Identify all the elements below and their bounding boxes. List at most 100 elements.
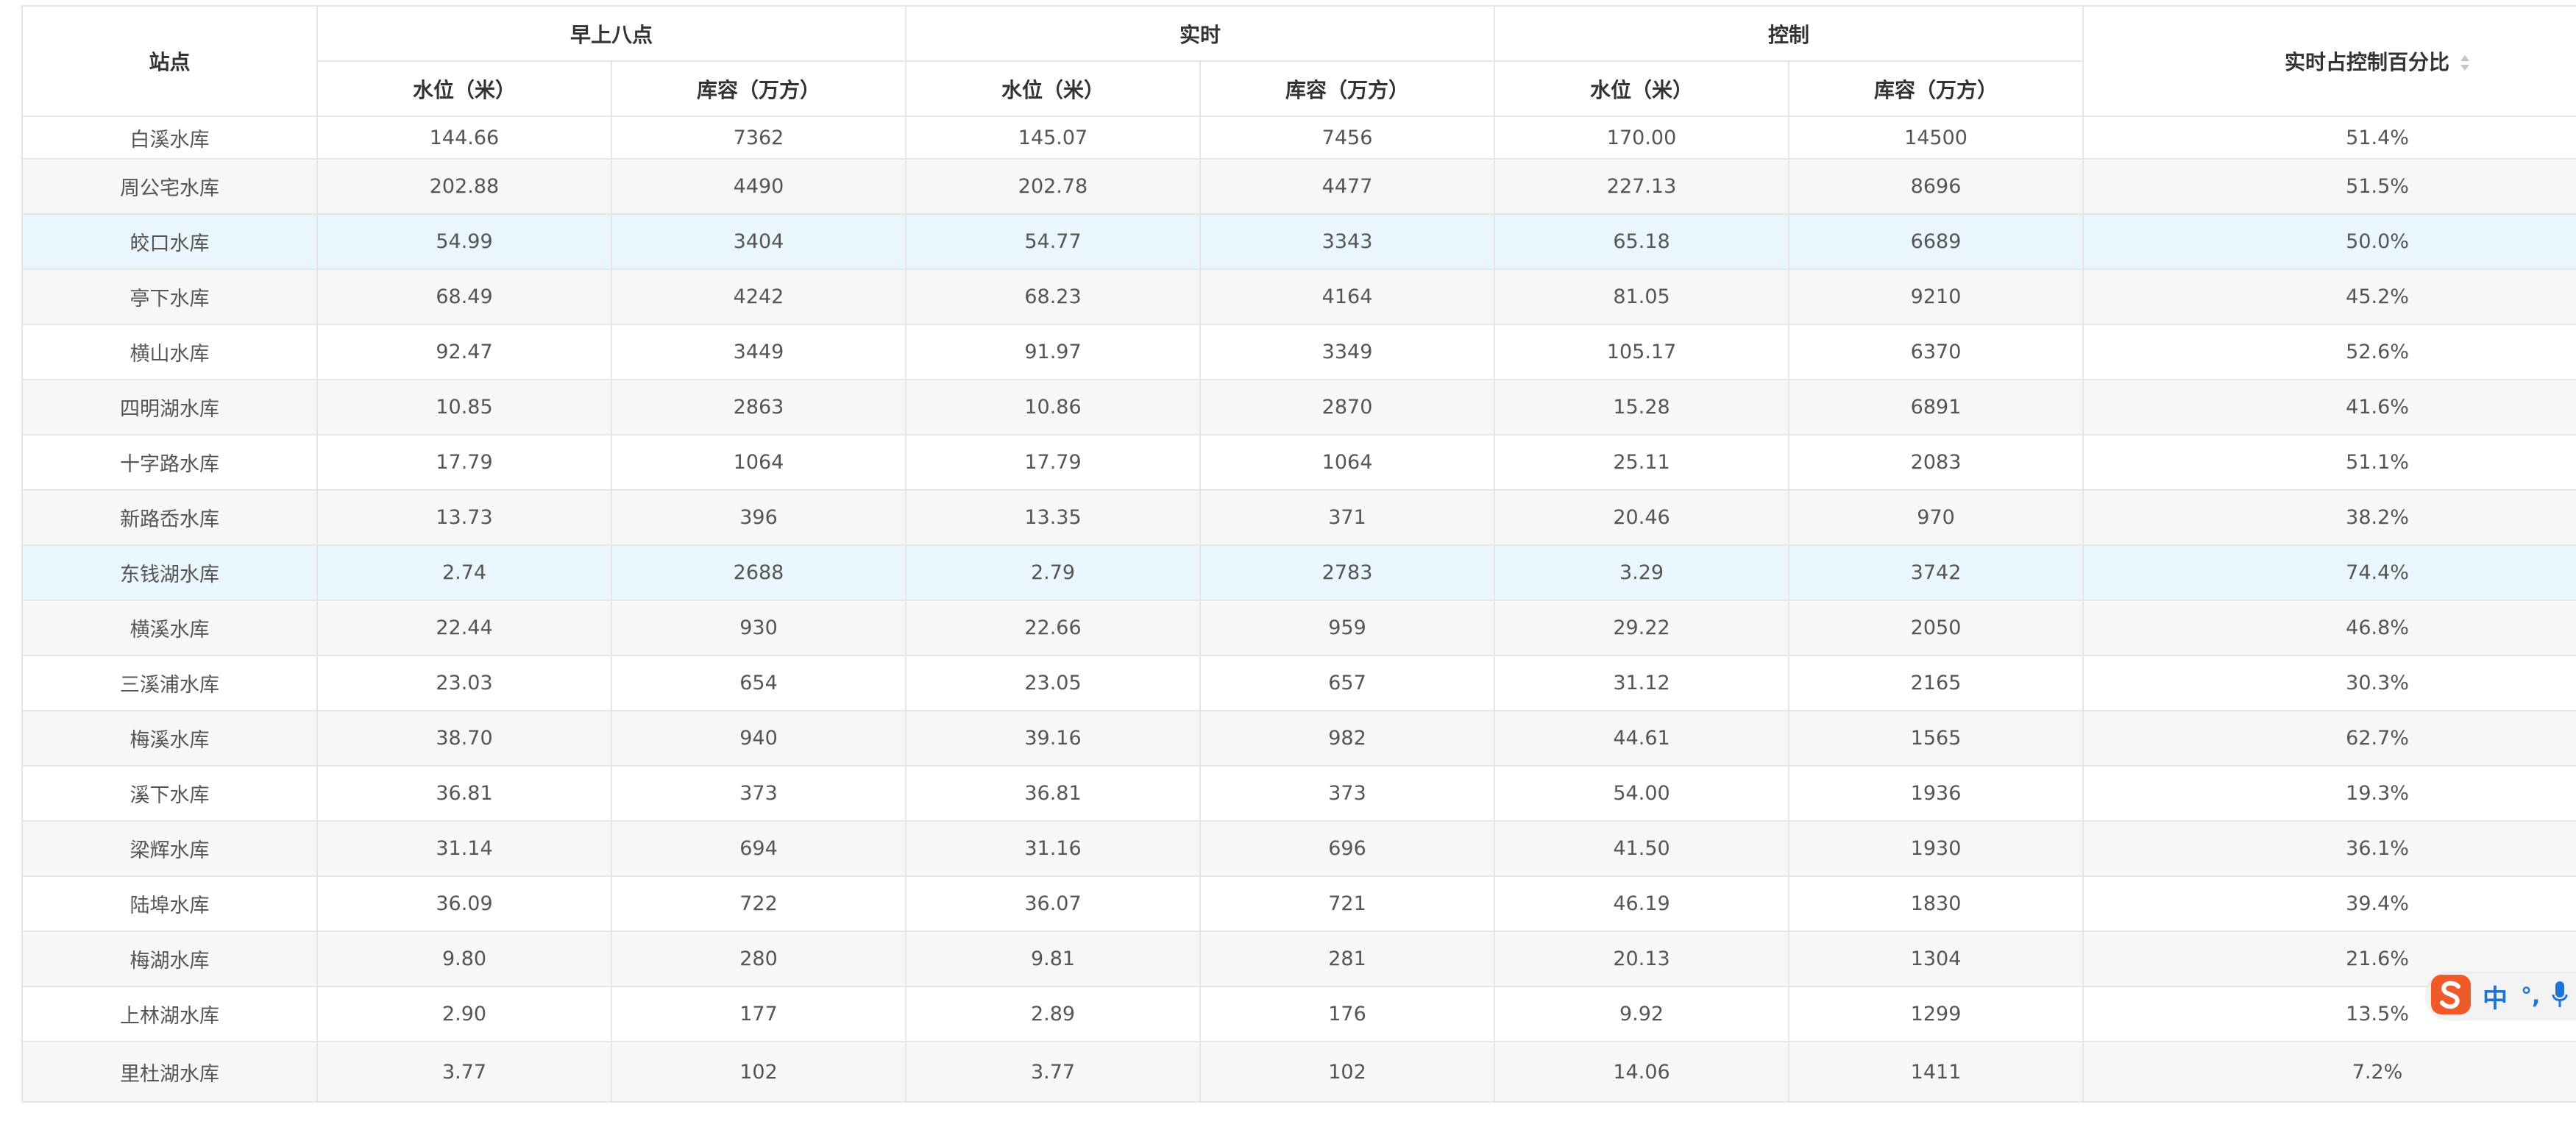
cell-control-level: 46.19 — [1494, 875, 1790, 932]
cell-realtime-level: 10.86 — [905, 379, 1202, 435]
cell-morning-level: 2.74 — [316, 544, 612, 601]
header-realtime-level: 水位（米） — [905, 60, 1202, 117]
cell-realtime-level: 13.35 — [905, 489, 1202, 546]
cell-control-capacity: 970 — [1788, 489, 2084, 546]
cell-control-capacity: 2083 — [1788, 434, 2084, 491]
cell-realtime-level: 202.78 — [905, 158, 1202, 215]
cell-station: 新路岙水库 — [21, 489, 318, 546]
ime-punct-toggle[interactable]: °, — [2521, 984, 2540, 1009]
cell-realtime-capacity: 4164 — [1199, 269, 1496, 325]
table-row[interactable]: 东钱湖水库 2.74 2688 2.79 2783 3.29 3742 74.4% — [21, 544, 2576, 601]
cell-station: 里杜湖水库 — [21, 1041, 318, 1103]
cell-morning-level: 31.14 — [316, 820, 612, 877]
table-row[interactable]: 横山水库 92.47 3449 91.97 3349 105.17 6370 52.6% — [21, 324, 2576, 380]
cell-morning-capacity: 373 — [610, 765, 907, 822]
cell-morning-level: 68.49 — [316, 269, 612, 325]
cell-control-capacity: 6689 — [1788, 213, 2084, 270]
table-row[interactable]: 皎口水库 54.99 3404 54.77 3343 65.18 6689 50.0% — [21, 213, 2576, 270]
cell-realtime-level: 145.07 — [905, 115, 1202, 160]
cell-realtime-level: 31.16 — [905, 820, 1202, 877]
cell-control-capacity: 1304 — [1788, 931, 2084, 987]
table-row[interactable]: 梁辉水库 31.14 694 31.16 696 41.50 1930 36.1% — [21, 820, 2576, 877]
ime-toolbar[interactable]: 中 °, — [2427, 973, 2576, 1019]
cell-realtime-capacity: 982 — [1199, 710, 1496, 767]
cell-control-level: 15.28 — [1494, 379, 1790, 435]
table-row[interactable]: 周公宅水库 202.88 4490 202.78 4477 227.13 8696 51.5% — [21, 158, 2576, 215]
header-group-morning: 早上八点 — [316, 5, 907, 62]
header-pct-sortable[interactable]: 实时占控制百分比 — [2082, 5, 2576, 117]
cell-pct: 45.2% — [2082, 269, 2576, 325]
table-row[interactable]: 新路岙水库 13.73 396 13.35 371 20.46 970 38.2% — [21, 489, 2576, 546]
header-group-control: 控制 — [1494, 5, 2084, 62]
cell-morning-capacity: 4242 — [610, 269, 907, 325]
cell-control-level: 44.61 — [1494, 710, 1790, 767]
table-row[interactable]: 溪下水库 36.81 373 36.81 373 54.00 1936 19.3% — [21, 765, 2576, 822]
header-group-realtime: 实时 — [905, 5, 1496, 62]
cell-morning-capacity: 3404 — [610, 213, 907, 270]
cell-morning-level: 2.90 — [316, 986, 612, 1042]
cell-pct: 51.1% — [2082, 434, 2576, 491]
cell-pct: 74.4% — [2082, 544, 2576, 601]
cell-pct: 46.8% — [2082, 600, 2576, 656]
cell-control-level: 14.06 — [1494, 1041, 1790, 1103]
cell-control-level: 9.92 — [1494, 986, 1790, 1042]
cell-pct: 41.6% — [2082, 379, 2576, 435]
cell-realtime-level: 17.79 — [905, 434, 1202, 491]
cell-pct: 30.3% — [2082, 655, 2576, 711]
cell-control-level: 3.29 — [1494, 544, 1790, 601]
table-row[interactable]: 白溪水库 144.66 7362 145.07 7456 170.00 14500 51.4% — [21, 115, 2576, 160]
cell-station: 梅湖水库 — [21, 931, 318, 987]
cell-station: 梅溪水库 — [21, 710, 318, 767]
cell-control-level: 170.00 — [1494, 115, 1790, 160]
sogou-s-logo-icon[interactable] — [2427, 973, 2472, 1019]
cell-realtime-capacity: 3343 — [1199, 213, 1496, 270]
cell-control-capacity: 1830 — [1788, 875, 2084, 932]
cell-control-capacity: 8696 — [1788, 158, 2084, 215]
table-row[interactable]: 亭下水库 68.49 4242 68.23 4164 81.05 9210 45.2% — [21, 269, 2576, 325]
cell-control-capacity: 1299 — [1788, 986, 2084, 1042]
reservoir-table: 站点 早上八点 实时 控制 实时占控制百分比 水位（米） 库容（万方） 水位（米… — [21, 5, 2576, 1103]
cell-station: 皎口水库 — [21, 213, 318, 270]
sort-caret-icon[interactable] — [2460, 54, 2470, 73]
cell-pct: 52.6% — [2082, 324, 2576, 380]
cell-morning-capacity: 4490 — [610, 158, 907, 215]
cell-control-level: 20.46 — [1494, 489, 1790, 546]
cell-control-level: 20.13 — [1494, 931, 1790, 987]
cell-morning-level: 54.99 — [316, 213, 612, 270]
cell-morning-capacity: 2688 — [610, 544, 907, 601]
table-row[interactable]: 里杜湖水库 3.77 102 3.77 102 14.06 1411 7.2% — [21, 1041, 2576, 1103]
cell-control-level: 31.12 — [1494, 655, 1790, 711]
cell-station: 白溪水库 — [21, 115, 318, 160]
table-row[interactable]: 横溪水库 22.44 930 22.66 959 29.22 2050 46.8% — [21, 600, 2576, 656]
cell-morning-level: 23.03 — [316, 655, 612, 711]
cell-pct: 51.5% — [2082, 158, 2576, 215]
cell-realtime-level: 39.16 — [905, 710, 1202, 767]
table-row[interactable]: 梅湖水库 9.80 280 9.81 281 20.13 1304 21.6% — [21, 931, 2576, 987]
page: 站点 早上八点 实时 控制 实时占控制百分比 水位（米） 库容（万方） 水位（米… — [0, 0, 2576, 1127]
cell-realtime-capacity: 281 — [1199, 931, 1496, 987]
table-row[interactable]: 上林湖水库 2.90 177 2.89 176 9.92 1299 13.5% — [21, 986, 2576, 1042]
table-row[interactable]: 十字路水库 17.79 1064 17.79 1064 25.11 2083 51.1% — [21, 434, 2576, 491]
table-row[interactable]: 三溪浦水库 23.03 654 23.05 657 31.12 2165 30.3% — [21, 655, 2576, 711]
cell-morning-capacity: 722 — [610, 875, 907, 932]
header-control-capacity: 库容（万方） — [1788, 60, 2084, 117]
header-morning-capacity: 库容（万方） — [610, 60, 907, 117]
table-row[interactable]: 四明湖水库 10.85 2863 10.86 2870 15.28 6891 41.6% — [21, 379, 2576, 435]
cell-morning-level: 10.85 — [316, 379, 612, 435]
table-row[interactable]: 陆埠水库 36.09 722 36.07 721 46.19 1830 39.4% — [21, 875, 2576, 932]
microphone-icon[interactable] — [2540, 980, 2568, 1012]
cell-pct: 51.4% — [2082, 115, 2576, 160]
cell-control-capacity: 3742 — [1788, 544, 2084, 601]
cell-morning-level: 13.73 — [316, 489, 612, 546]
cell-morning-level: 9.80 — [316, 931, 612, 987]
cell-realtime-capacity: 2870 — [1199, 379, 1496, 435]
table-row[interactable]: 梅溪水库 38.70 940 39.16 982 44.61 1565 62.7% — [21, 710, 2576, 767]
ime-mode-toggle[interactable]: 中 — [2483, 978, 2508, 1014]
cell-morning-level: 36.81 — [316, 765, 612, 822]
cell-control-level: 81.05 — [1494, 269, 1790, 325]
cell-realtime-level: 2.79 — [905, 544, 1202, 601]
cell-control-level: 25.11 — [1494, 434, 1790, 491]
cell-control-capacity: 2050 — [1788, 600, 2084, 656]
cell-pct: 50.0% — [2082, 213, 2576, 270]
cell-pct: 7.2% — [2082, 1041, 2576, 1103]
